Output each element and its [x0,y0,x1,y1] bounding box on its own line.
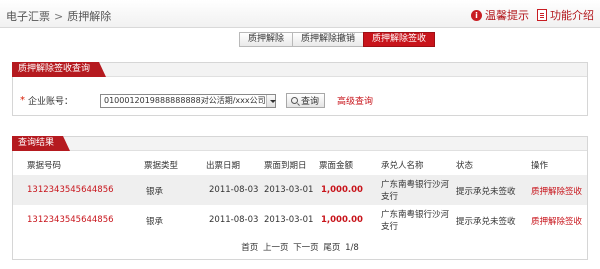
intro-link[interactable]: 功能介绍 [537,7,594,23]
pager-last[interactable]: 尾页 [323,243,340,253]
required-mark: * [20,95,25,106]
amount: 1,000.00 [321,185,363,195]
acceptor-name: 广东南粤银行沙河 支行 [381,210,450,232]
pager-info: 1/8 [345,243,359,253]
col-action: 操作 [531,161,549,171]
pagination: 首页 上一页 下一页 尾页 1/8 [13,241,587,253]
due-date: 2013-03-01 [264,185,314,195]
amount: 1,000.00 [321,215,363,225]
col-bill-type: 票据类型 [144,161,179,171]
col-due-date: 票面到期日 [264,161,307,171]
document-icon [537,9,547,21]
pager-first[interactable]: 首页 [241,243,258,253]
bill-type: 银承 [146,187,164,197]
col-bill-no: 票据号码 [27,161,62,171]
col-acceptor: 承兑人名称 [381,161,424,171]
col-amount: 票面金额 [319,161,354,171]
top-bar: 电子汇票 > 质押解除 i 温馨提示 功能介绍 [0,0,600,28]
help-label: 温馨提示 [485,9,529,22]
breadcrumb: 电子汇票 > 质押解除 [6,8,111,24]
tab-release-cancel[interactable]: 质押解除撤销 [292,32,365,47]
issue-date: 2011-08-03 [209,185,259,195]
bill-number: 1312343545644856 [27,215,114,225]
search-icon [291,97,298,104]
breadcrumb-separator: > [54,10,64,23]
results-panel: 查询结果 票据号码 票据类型 出票日期 票面到期日 票面金额 承兑人名称 状态 … [12,136,588,260]
tab-release-sign[interactable]: 质押解除签收 [363,32,436,47]
advanced-search-link[interactable]: 高级查询 [337,94,373,107]
account-select[interactable]: 0100012019888888888对公活期/xxx公司 [100,93,277,108]
due-date: 2013-03-01 [264,215,314,225]
table-row: 1312343545644856 银承 2011-08-03 2013-03-0… [13,205,587,235]
tab-release[interactable]: 质押解除 [239,32,294,47]
col-issue-date: 出票日期 [206,161,241,171]
bill-number: 1312343545644856 [27,185,114,195]
tab-bar: 质押解除 质押解除撤销 质押解除签收 [239,32,436,47]
results-panel-title: 查询结果 [12,136,71,151]
breadcrumb-root[interactable]: 电子汇票 [6,10,50,23]
table-header: 票据号码 票据类型 出票日期 票面到期日 票面金额 承兑人名称 状态 操作 [13,157,587,173]
release-sign-link[interactable]: 质押解除签收 [531,215,582,227]
query-panel: 质押解除签收查询 * 企业账号： 0100012019888888888对公活期… [12,62,588,116]
pager-prev[interactable]: 上一页 [263,243,289,253]
issue-date: 2011-08-03 [209,215,259,225]
acceptor-name: 广东南粤银行沙河 支行 [381,180,450,202]
status: 提示承兑未签收 [456,187,516,197]
chevron-down-icon [265,94,277,107]
status: 提示承兑未签收 [456,217,516,227]
intro-label: 功能介绍 [550,9,594,22]
bill-type: 银承 [146,217,164,227]
search-button-label: 查询 [301,97,320,107]
query-panel-title: 质押解除签收查询 [12,62,107,77]
pager-next[interactable]: 下一页 [293,243,319,253]
account-select-value: 0100012019888888888对公活期/xxx公司 [104,96,266,105]
breadcrumb-current: 质押解除 [67,10,112,23]
col-status: 状态 [456,161,474,171]
info-circle-icon: i [471,9,482,21]
account-label: 企业账号： [28,97,74,107]
table-row: 1312343545644856 银承 2011-08-03 2013-03-0… [13,175,587,205]
release-sign-link[interactable]: 质押解除签收 [531,185,582,197]
search-button[interactable]: 查询 [286,93,326,108]
help-link[interactable]: i 温馨提示 [471,7,529,23]
